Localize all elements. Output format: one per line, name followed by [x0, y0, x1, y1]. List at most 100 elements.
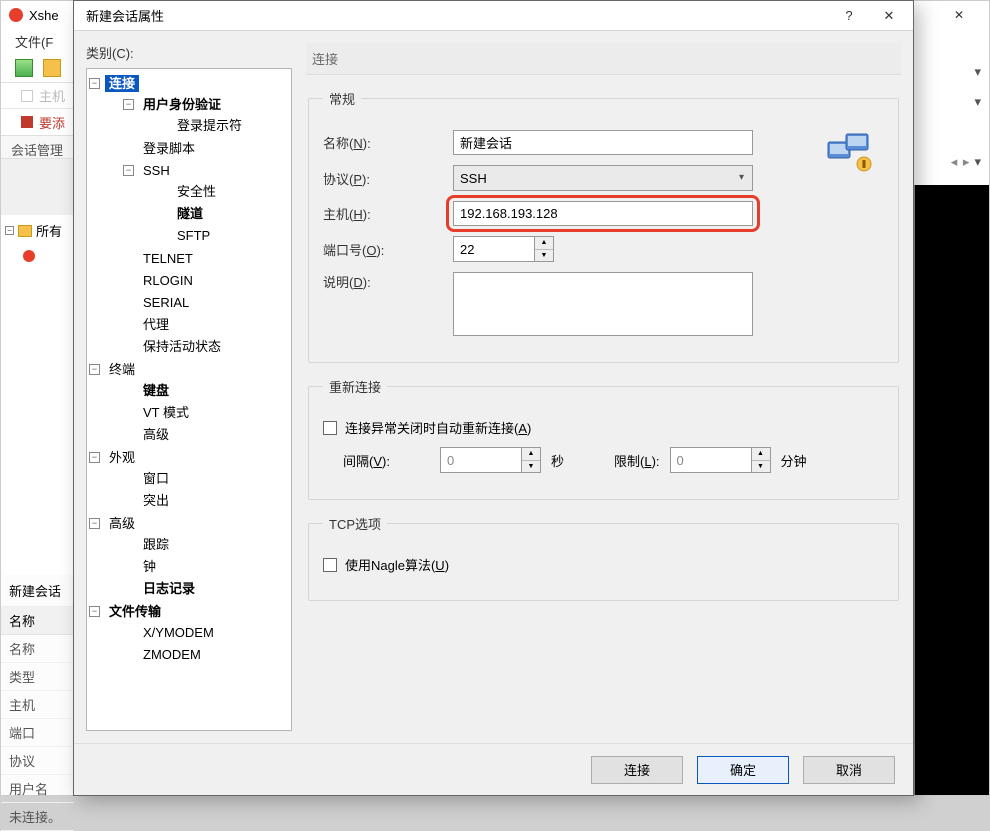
- reconnect-legend: 重新连接: [323, 377, 387, 396]
- name-label: 名称(N):: [323, 133, 453, 152]
- new-session-icon[interactable]: [15, 59, 33, 77]
- tree-item-terminal[interactable]: − 终端 键盘 VT 模式 高级: [89, 359, 289, 447]
- spin-down-icon[interactable]: ▼: [522, 461, 540, 473]
- connect-button[interactable]: 连接: [591, 756, 683, 784]
- name-input[interactable]: [453, 130, 753, 155]
- flag-icon: [21, 116, 33, 128]
- bg-properties-panel: 新建会话 名称 名称 类型 主机 端口 协议 用户名 未连接。: [1, 575, 74, 795]
- tree-item-ssh[interactable]: − SSH 安全性 隧道 SFTP: [123, 160, 289, 248]
- bg-app-title: Xshe: [29, 8, 59, 23]
- close-button[interactable]: ✕: [869, 1, 909, 31]
- port-label: 端口号(O):: [323, 240, 453, 259]
- spin-down-icon[interactable]: ▼: [752, 461, 770, 473]
- tree-item-highlight[interactable]: 突出: [123, 490, 289, 512]
- collapse-icon[interactable]: −: [89, 606, 100, 617]
- tree-item-advanced[interactable]: − 高级 跟踪 钟 日志记录: [89, 513, 289, 601]
- tree-item-login-script[interactable]: 登录脚本: [123, 138, 289, 160]
- bg-prop-row: 端口: [1, 719, 74, 747]
- bg-window-close[interactable]: ✕: [929, 1, 989, 29]
- tree-item-login-prompt[interactable]: 登录提示符: [157, 115, 289, 137]
- chevron-down-icon: ▾: [739, 172, 744, 183]
- dropdown-icon[interactable]: ▾: [974, 64, 981, 80]
- collapse-icon[interactable]: −: [89, 518, 100, 529]
- dialog-title: 新建会话属性: [86, 6, 829, 25]
- bg-tree-root[interactable]: − 所有: [1, 215, 73, 246]
- tree-item-sftp[interactable]: SFTP: [157, 225, 289, 247]
- bg-prop-title: 新建会话: [1, 575, 74, 607]
- tree-item-filetransfer[interactable]: − 文件传输 X/YMODEM ZMODEM: [89, 601, 289, 667]
- collapse-icon[interactable]: −: [123, 165, 134, 176]
- folder-icon: [18, 225, 32, 237]
- spin-up-icon[interactable]: ▲: [522, 448, 540, 461]
- bg-prop-row: 主机: [1, 691, 74, 719]
- collapse-icon[interactable]: −: [89, 78, 100, 89]
- interval-input[interactable]: [441, 448, 521, 472]
- tree-item-proxy[interactable]: 代理: [123, 314, 289, 336]
- spin-up-icon[interactable]: ▲: [535, 237, 553, 250]
- minus-icon[interactable]: −: [5, 226, 14, 235]
- port-spinner[interactable]: ▲▼: [453, 236, 554, 262]
- ok-button[interactable]: 确定: [697, 756, 789, 784]
- dropdown-icon[interactable]: ▾: [974, 94, 981, 110]
- right-panel-heading: 连接: [306, 43, 901, 75]
- interval-label: 间隔(V):: [343, 451, 390, 470]
- tree-item-keyboard[interactable]: 键盘: [123, 380, 289, 402]
- tree-item-tunnel[interactable]: 隧道: [157, 203, 289, 225]
- tree-item-telnet[interactable]: TELNET: [123, 248, 289, 270]
- collapse-icon[interactable]: −: [89, 364, 100, 375]
- tree-item-bell[interactable]: 钟: [123, 556, 289, 578]
- nagle-checkbox[interactable]: 使用Nagle算法(U): [323, 555, 449, 574]
- open-icon[interactable]: [43, 59, 61, 77]
- nav-arrows-icon[interactable]: ◂ ▸: [951, 154, 971, 170]
- new-session-properties-dialog: 新建会话属性 ? ✕ 类别(C): − 连接 − 用户身份验证 登录提示符: [73, 0, 914, 796]
- host-input[interactable]: [453, 201, 753, 226]
- tree-item-rlogin[interactable]: RLOGIN: [123, 270, 289, 292]
- help-button[interactable]: ?: [829, 1, 869, 31]
- spin-down-icon[interactable]: ▼: [535, 250, 553, 262]
- protocol-select[interactable]: SSH ▾: [453, 165, 753, 191]
- help-icon: ?: [845, 8, 852, 23]
- collapse-icon[interactable]: −: [89, 452, 100, 463]
- dropdown-icon[interactable]: ▾: [974, 154, 981, 170]
- cancel-button[interactable]: 取消: [803, 756, 895, 784]
- interval-spinner[interactable]: ▲▼: [440, 447, 541, 473]
- xshell-logo-icon: [9, 8, 23, 22]
- tree-item-auth[interactable]: − 用户身份验证 登录提示符: [123, 94, 289, 138]
- tree-item-zmodem[interactable]: ZMODEM: [123, 644, 289, 666]
- bg-prop-head: 名称: [1, 607, 74, 635]
- protocol-label: 协议(P):: [323, 169, 453, 188]
- tree-item-xymodem[interactable]: X/YMODEM: [123, 622, 289, 644]
- bg-status: 未连接。: [1, 803, 74, 831]
- tree-item-trace[interactable]: 跟踪: [123, 534, 289, 556]
- checkbox-icon: [323, 421, 337, 435]
- dialog-titlebar[interactable]: 新建会话属性 ? ✕: [74, 1, 913, 31]
- category-tree[interactable]: − 连接 − 用户身份验证 登录提示符 登录脚本 − SSH: [86, 68, 292, 731]
- session-icon[interactable]: [23, 250, 35, 262]
- bg-terminal[interactable]: [914, 185, 989, 795]
- tree-item-appearance[interactable]: − 外观 窗口 突出: [89, 447, 289, 513]
- checkbox-icon: [323, 558, 337, 572]
- spin-up-icon[interactable]: ▲: [752, 448, 770, 461]
- tree-item-security[interactable]: 安全性: [157, 181, 289, 203]
- tree-item-connection[interactable]: − 连接 − 用户身份验证 登录提示符 登录脚本 − SSH: [89, 73, 289, 359]
- collapse-icon[interactable]: −: [123, 99, 134, 110]
- bg-prop-row: 类型: [1, 663, 74, 691]
- description-input[interactable]: [453, 272, 753, 336]
- limit-spinner[interactable]: ▲▼: [670, 447, 771, 473]
- tree-item-log[interactable]: 日志记录: [123, 578, 289, 600]
- close-icon: ✕: [954, 8, 964, 23]
- auto-reconnect-checkbox[interactable]: 连接异常关闭时自动重新连接(A): [323, 418, 531, 437]
- bg-prop-row: 用户名: [1, 775, 74, 803]
- tree-item-serial[interactable]: SERIAL: [123, 292, 289, 314]
- tree-item-term-adv[interactable]: 高级: [123, 424, 289, 446]
- description-label: 说明(D):: [323, 272, 453, 291]
- tree-item-keepalive[interactable]: 保持活动状态: [123, 336, 289, 358]
- tree-item-window[interactable]: 窗口: [123, 468, 289, 490]
- bg-prop-row: 名称: [1, 635, 74, 663]
- tcp-group: TCP选项 使用Nagle算法(U): [308, 514, 899, 601]
- tree-item-vt[interactable]: VT 模式: [123, 402, 289, 424]
- port-input[interactable]: [454, 237, 534, 261]
- category-label: 类别(C):: [86, 43, 292, 62]
- limit-input[interactable]: [671, 448, 751, 472]
- host-label: 主机(H):: [323, 204, 453, 223]
